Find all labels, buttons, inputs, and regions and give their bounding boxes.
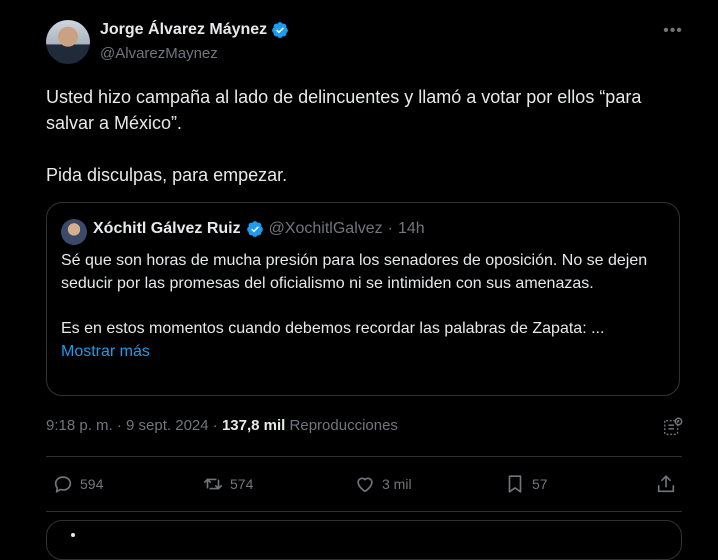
post-text-line: Pida disculpas, para empezar. — [46, 165, 288, 185]
reply-count: 594 — [80, 476, 104, 492]
views-count: 137,8 mil — [221, 417, 286, 434]
quote-avatar — [61, 219, 87, 245]
views-label: Reproducciones — [289, 417, 398, 434]
post-date[interactable]: 9 sept. 2024 — [126, 417, 209, 434]
repost-count: 574 — [230, 476, 254, 492]
repost-icon — [203, 478, 223, 490]
bookmark-icon — [508, 475, 522, 493]
repost-button[interactable]: 574 — [202, 470, 253, 498]
divider — [46, 511, 682, 512]
quoted-post[interactable]: Xóchitl Gálvez Ruiz @XochitlGalvez · 14h… — [46, 202, 680, 396]
reply-icon — [54, 476, 72, 493]
analytics-icon[interactable] — [662, 416, 684, 438]
post-meta: 9:18 p. m. · 9 sept. 2024 · 137,8 mil Re… — [46, 417, 398, 434]
author-handle[interactable]: @AlvarezMaynez — [100, 45, 218, 62]
composer-avatar — [71, 533, 75, 537]
quote-separator: · — [387, 220, 393, 237]
author-name[interactable]: Jorge Álvarez Máynez — [100, 21, 267, 39]
share-icon — [657, 475, 675, 493]
action-bar: 594 574 3 mil 57 — [46, 470, 682, 498]
quote-time: 14h — [397, 220, 425, 237]
quote-author-name: Xóchitl Gálvez Ruiz — [93, 220, 241, 237]
verified-icon — [246, 221, 263, 237]
meta-separator: · — [212, 417, 218, 434]
more-icon[interactable]: ••• — [661, 22, 685, 42]
post: Jorge Álvarez Máynez @AlvarezMaynez ••• … — [0, 0, 718, 560]
quote-text-line: Sé que son horas de mucha presión para l… — [61, 252, 648, 292]
verified-icon — [272, 22, 289, 38]
bookmark-button[interactable]: 57 — [504, 470, 548, 498]
divider — [46, 456, 682, 457]
reply-button[interactable]: 594 — [52, 470, 103, 498]
quote-author-handle: @XochitlGalvez — [268, 220, 383, 237]
reply-composer[interactable] — [46, 520, 682, 560]
post-text: Usted hizo campaña al lado de delincuent… — [46, 84, 666, 188]
like-count: 3 mil — [382, 476, 412, 492]
post-time[interactable]: 9:18 p. m. — [46, 417, 113, 434]
share-button[interactable] — [655, 470, 677, 498]
quote-text: Sé que son horas de mucha presión para l… — [61, 249, 665, 363]
meta-separator: · — [116, 417, 122, 434]
bookmark-count: 57 — [532, 476, 548, 492]
post-text-line: Usted hizo campaña al lado de delincuent… — [46, 87, 642, 133]
quote-text-line: Es en estos momentos cuando debemos reco… — [61, 320, 605, 337]
author-name-row[interactable]: Jorge Álvarez Máynez — [100, 21, 289, 39]
like-icon — [357, 477, 373, 493]
quote-header: Xóchitl Gálvez Ruiz @XochitlGalvez · 14h — [93, 220, 425, 238]
like-button[interactable]: 3 mil — [354, 470, 412, 498]
show-more-link[interactable]: Mostrar más — [61, 343, 150, 360]
author-avatar[interactable] — [46, 20, 90, 64]
